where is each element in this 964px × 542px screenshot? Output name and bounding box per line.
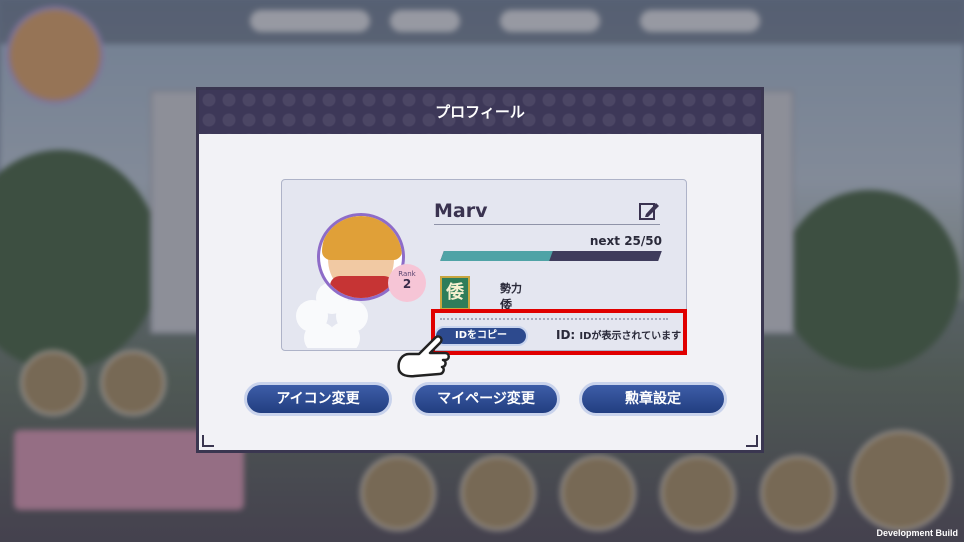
name-underline <box>434 224 660 225</box>
rank-badge: Rank 2 <box>388 264 426 302</box>
rank-value: 2 <box>402 277 412 291</box>
exp-next-text: next 25/50 <box>589 234 662 248</box>
id-highlight-box <box>431 309 687 355</box>
dialog-header: プロフィール <box>199 90 761 134</box>
player-name: Marv <box>434 200 488 222</box>
faction-label: 勢力 <box>500 282 522 295</box>
dialog-title: プロフィール <box>435 103 525 121</box>
profile-dialog: プロフィール Rank 2 Marv next 25/50 倭 勢力 倭 IDを… <box>196 87 764 453</box>
faction-emblem-icon: 倭 <box>440 276 470 310</box>
rank-label: Rank <box>398 270 416 278</box>
exp-bar <box>440 251 662 261</box>
pointing-hand-icon <box>397 335 450 378</box>
change-mypage-button[interactable]: マイページ変更 <box>412 382 560 416</box>
edit-pencil-icon[interactable] <box>638 200 660 222</box>
change-icon-button[interactable]: アイコン変更 <box>244 382 392 416</box>
corner-ornament <box>746 435 758 447</box>
corner-ornament <box>202 435 214 447</box>
development-build-label: Development Build <box>876 528 958 538</box>
badge-settings-button[interactable]: 勲章設定 <box>579 382 727 416</box>
exp-bar-fill <box>440 251 553 261</box>
